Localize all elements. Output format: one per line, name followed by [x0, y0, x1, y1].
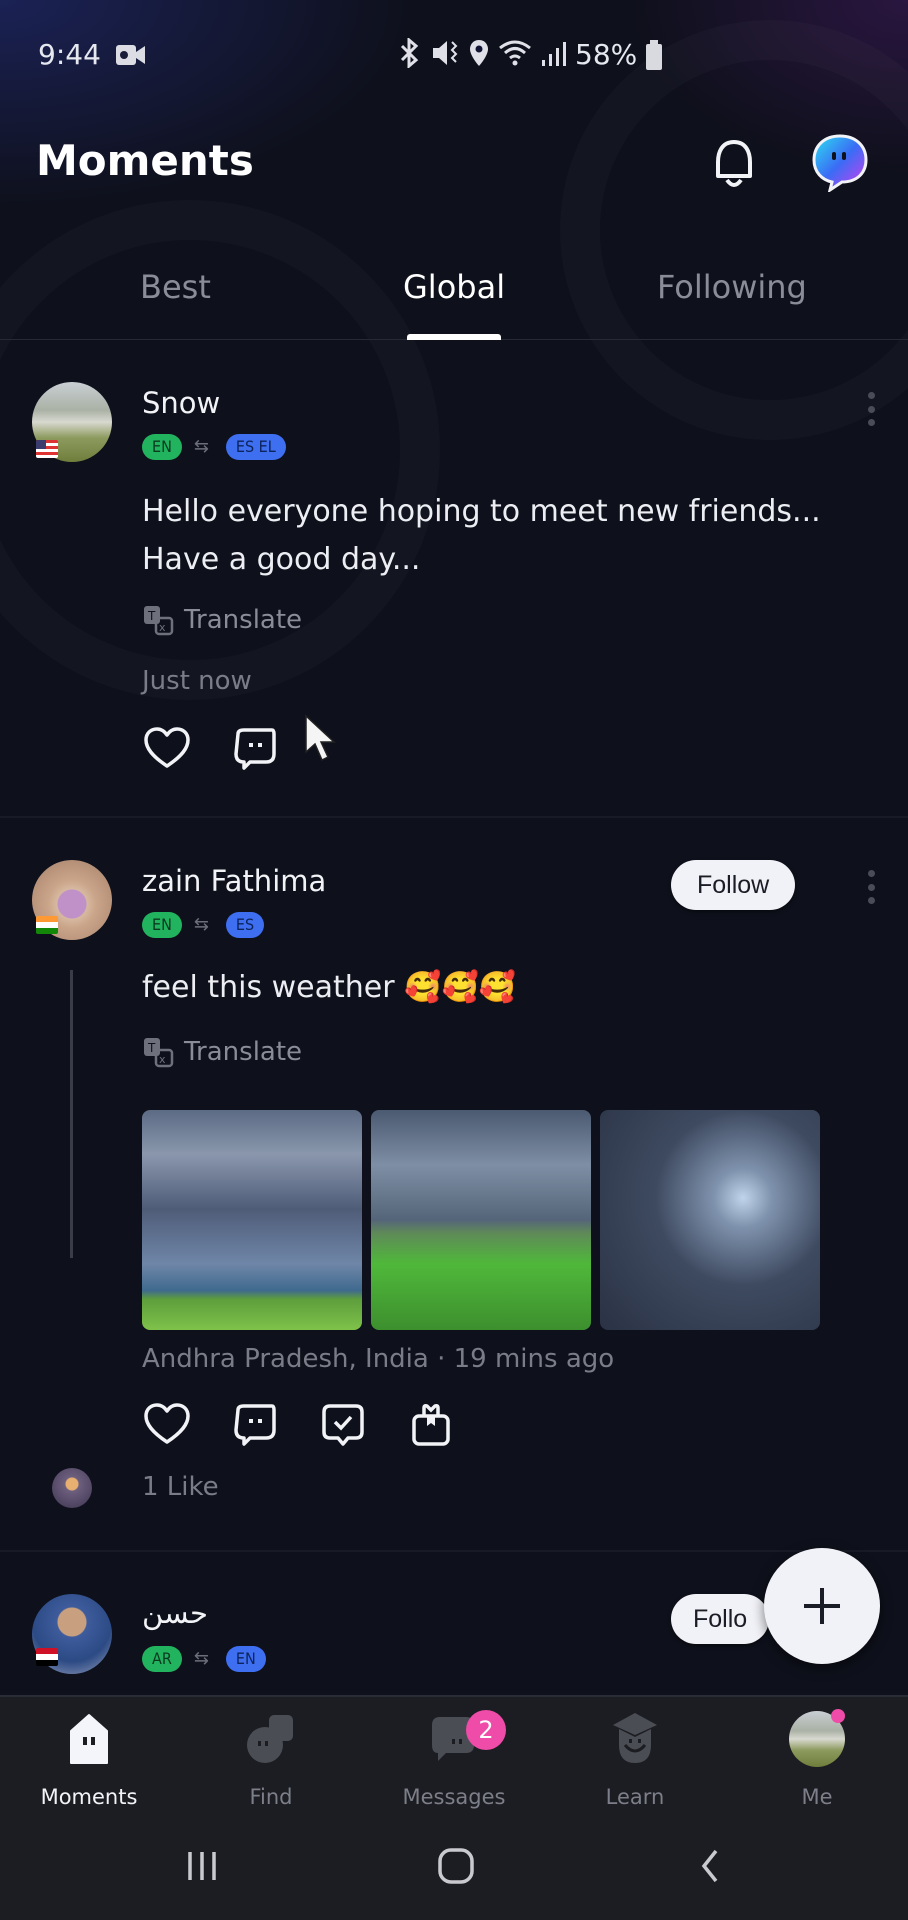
nav-find[interactable]: Find: [196, 1697, 346, 1822]
translate-icon: T x: [144, 606, 174, 636]
tab-following[interactable]: Following: [657, 268, 807, 306]
bell-icon[interactable]: [710, 138, 758, 194]
svg-text:x: x: [159, 621, 166, 634]
home-icon[interactable]: [436, 1846, 476, 1886]
post-text-line: Have a good day...: [142, 542, 421, 577]
post-timestamp: Just now: [142, 666, 252, 696]
post-card[interactable]: Snow EN ⇆ ES EL Hello everyone hoping to…: [0, 340, 908, 820]
post-card[interactable]: zain Fathima EN ⇆ ES Follow feel this we…: [0, 818, 908, 1548]
like-count[interactable]: 1 Like: [142, 1472, 219, 1502]
find-icon: [247, 1715, 293, 1763]
learning-language-tag: EN: [225, 1646, 266, 1672]
status-bar: 9:44 58%: [0, 0, 908, 110]
learning-language-tag: ES: [225, 912, 265, 938]
back-icon[interactable]: [696, 1848, 724, 1884]
translate-button[interactable]: T x Translate: [142, 604, 302, 636]
create-post-button[interactable]: [764, 1548, 880, 1664]
translate-label: Translate: [184, 605, 303, 635]
post-image-mammatus-clouds[interactable]: [600, 1110, 820, 1330]
follow-button[interactable]: Follow: [671, 860, 796, 910]
username[interactable]: حسن: [142, 1596, 208, 1630]
flag-in-icon: [36, 916, 58, 934]
correct-check-icon[interactable]: [318, 1400, 368, 1450]
post-text-line: Hello everyone hoping to meet new friend…: [142, 494, 821, 529]
swap-arrows-icon: ⇆: [193, 1648, 209, 1669]
more-options-icon[interactable]: [866, 870, 876, 904]
native-language-tag: AR: [142, 1646, 182, 1672]
wifi-icon: [499, 40, 531, 66]
recent-apps-icon[interactable]: [184, 1848, 220, 1884]
more-options-icon[interactable]: [866, 392, 876, 426]
messages-unread-badge: 2: [466, 1710, 506, 1750]
flag-us-icon: [36, 440, 58, 458]
nav-learn[interactable]: Learn: [560, 1697, 710, 1822]
username[interactable]: Snow: [142, 386, 220, 420]
post-text: Hello everyone hoping to meet new friend…: [142, 488, 821, 584]
language-tags: AR ⇆ EN: [142, 1646, 266, 1672]
svg-text:x: x: [159, 1053, 166, 1066]
username[interactable]: zain Fathima: [142, 864, 326, 898]
comment-icon[interactable]: [230, 1400, 280, 1450]
signal-icon: [542, 42, 566, 66]
nav-label: Me: [801, 1785, 833, 1809]
swap-arrows-icon: ⇆: [193, 914, 209, 935]
app-screen: 9:44 58% Moments Best Global Following S…: [0, 0, 908, 1920]
flag-eg-icon: [36, 1648, 58, 1666]
translate-icon: T x: [144, 1038, 174, 1068]
status-icons: [396, 38, 568, 68]
nav-label: Moments: [40, 1785, 138, 1809]
language-tags: EN ⇆ ES: [142, 912, 265, 938]
svg-text:T: T: [147, 1041, 156, 1055]
video-recording-icon: [116, 45, 145, 65]
bluetooth-icon: [400, 38, 419, 68]
gift-icon[interactable]: [406, 1400, 456, 1450]
plus-icon: [804, 1588, 840, 1624]
post-images: [142, 1110, 820, 1330]
system-navigation-bar: [0, 1820, 908, 1920]
nav-me[interactable]: Me: [742, 1697, 892, 1822]
post-image-stormy-clouds-field[interactable]: [142, 1110, 362, 1330]
svg-text:T: T: [147, 609, 156, 623]
native-language-tag: EN: [142, 912, 182, 938]
profile-notification-dot: [831, 1709, 845, 1723]
learn-icon: [613, 1713, 657, 1763]
swap-arrows-icon: ⇆: [193, 436, 209, 457]
mouse-cursor-icon: [305, 714, 336, 762]
nav-label: Find: [249, 1785, 293, 1809]
post-image-clouds-over-green-cliff[interactable]: [371, 1110, 591, 1330]
translate-label: Translate: [184, 1037, 303, 1067]
like-heart-icon[interactable]: [142, 1400, 192, 1450]
chat-bubble-logo-icon[interactable]: [810, 132, 870, 192]
thread-line: [70, 970, 73, 1258]
follow-button[interactable]: Follo: [671, 1594, 770, 1644]
vibrate-icon: [433, 41, 458, 65]
nav-moments[interactable]: Moments: [14, 1697, 164, 1822]
tab-global[interactable]: Global: [403, 268, 505, 306]
nav-messages[interactable]: Messages: [379, 1697, 529, 1822]
like-heart-icon[interactable]: [142, 724, 192, 774]
nav-label: Learn: [605, 1785, 665, 1809]
battery-icon: [646, 40, 662, 70]
feed-tabs: Best Global Following: [0, 262, 908, 340]
page-title: Moments: [36, 136, 254, 185]
post-text: feel this weather 🥰🥰🥰: [142, 970, 517, 1005]
post-location-time: Andhra Pradesh, India · 19 mins ago: [142, 1344, 615, 1374]
translate-button[interactable]: T x Translate: [142, 1036, 302, 1068]
comment-icon[interactable]: [230, 724, 280, 774]
post-actions: [142, 1400, 456, 1450]
learning-language-tag: ES EL: [225, 434, 286, 460]
liker-avatar[interactable]: [52, 1468, 92, 1508]
moments-icon: [70, 1714, 108, 1764]
nav-label: Messages: [402, 1785, 506, 1809]
post-actions: [142, 724, 280, 774]
location-icon: [470, 40, 488, 66]
native-language-tag: EN: [142, 434, 182, 460]
language-tags: EN ⇆ ES EL: [142, 434, 286, 460]
bottom-navigation: Moments Find Messages Learn Me: [0, 1695, 908, 1820]
status-time: 9:44: [38, 38, 101, 71]
tab-best[interactable]: Best: [140, 268, 211, 306]
battery-percent: 58%: [575, 38, 638, 71]
